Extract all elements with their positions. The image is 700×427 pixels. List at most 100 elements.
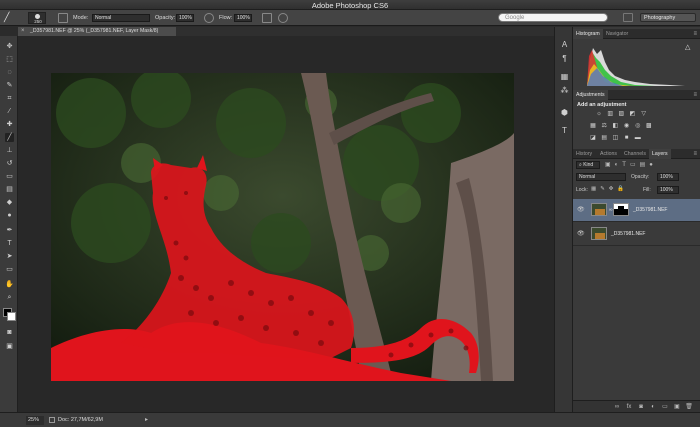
document-canvas[interactable] [51,73,514,381]
tab-history[interactable]: History [573,149,595,159]
quick-mask-icon[interactable]: ◙ [5,328,14,337]
eye-icon[interactable]: 👁 [577,231,585,237]
document-tab[interactable]: × _D357981.NEF @ 25% (_D357981.NEF, Laye… [18,27,176,36]
hand-tool-icon[interactable]: ✋ [5,280,14,289]
threshold-icon[interactable]: ◫ [611,134,619,142]
fill-label: Fill: [643,187,651,193]
posterize-icon[interactable]: ▤ [600,134,608,142]
layer-filter-kind[interactable]: ⌕ Kind [576,161,600,169]
lock-label: Lock: [576,187,588,193]
levels-icon[interactable]: ▥ [606,110,614,118]
adjustment-icons-row-2: ▦ ⚖ ◧ ◉ ◎ ▩ [589,122,654,130]
color-balance-icon[interactable]: ⚖ [600,122,608,130]
gradient-map-icon[interactable]: ▬ [634,134,642,142]
layer-row[interactable]: 👁 _D357981.NEF [573,223,700,246]
selective-color-icon[interactable]: ■ [623,134,631,142]
paragraph-panel-icon[interactable]: ¶ [559,53,570,64]
layer-name: _D357981.NEF [611,231,646,237]
3d-panel-icon[interactable]: ⬢ [559,107,570,118]
eyedropper-tool-icon[interactable]: ⁄ [5,107,14,116]
layer-mask-thumbnail[interactable] [613,203,629,216]
fill-field[interactable]: 100% [657,186,679,194]
hue-saturation-icon[interactable]: ▦ [589,122,597,130]
zoom-tool-icon[interactable]: ⌕ [5,293,14,302]
new-adjustment-icon[interactable]: ◐ [649,403,657,411]
brush-tool-icon[interactable]: ╱ [4,12,9,22]
mode-select[interactable]: Normal [92,14,150,22]
quick-selection-tool-icon[interactable]: ✎ [5,81,14,90]
layers-menu-icon[interactable]: ≡ [693,149,697,159]
path-selection-tool-icon[interactable]: ➤ [5,252,14,261]
photo-filter-icon[interactable]: ◉ [623,122,631,130]
background-color-swatch[interactable] [7,312,16,321]
tab-layers[interactable]: Layers [649,149,671,159]
link-layers-icon[interactable]: ∞ [613,403,621,411]
brush-tool-active-icon[interactable]: ╱ [5,133,14,142]
panel-menu-icon[interactable]: ≡ [693,29,697,39]
lock-icons[interactable]: ▦✎✥🔒 [591,186,628,192]
pressure-opacity-icon[interactable] [204,13,214,23]
exposure-icon[interactable]: ◩ [629,110,637,118]
eye-icon[interactable]: 👁 [577,207,585,213]
history-brush-tool-icon[interactable]: ↺ [5,159,14,168]
flow-label: Flow: [219,15,233,21]
brush-presets-icon[interactable]: ⁂ [559,85,570,96]
status-menu-arrow-icon[interactable]: ▸ [145,416,148,423]
flow-field[interactable]: 100% [234,14,252,22]
marquee-tool-icon[interactable]: ⬚ [5,55,14,64]
vibrance-icon[interactable]: ▽ [640,110,648,118]
color-lookup-icon[interactable]: ▩ [645,122,653,130]
lasso-tool-icon[interactable]: ◌ [5,68,14,77]
shape-tool-icon[interactable]: ▭ [5,265,14,274]
layer-thumbnail [591,227,607,240]
layer-style-icon[interactable]: fx [625,403,633,411]
opacity-field[interactable]: 100% [176,14,194,22]
gradient-tool-icon[interactable]: ▤ [5,185,14,194]
brush-panel-icon[interactable]: ▦ [559,71,570,82]
healing-brush-tool-icon[interactable]: ✚ [5,120,14,129]
layer-row[interactable]: 👁 ∞ _D357981.NEF [573,199,700,222]
airbrush-icon[interactable] [262,13,272,23]
eraser-tool-icon[interactable]: ▭ [5,172,14,181]
close-icon[interactable]: × [21,27,25,36]
character-panel-icon[interactable]: A [559,39,570,50]
blend-mode-select[interactable]: Normal [576,173,626,181]
pressure-size-icon[interactable] [278,13,288,23]
workspace-select[interactable]: Photography [640,13,696,22]
brightness-contrast-icon[interactable]: ☼ [595,110,603,118]
dodge-tool-icon[interactable]: ● [5,211,14,220]
new-layer-icon[interactable]: ▣ [673,403,681,411]
status-info-icon[interactable] [49,417,55,423]
invert-icon[interactable]: ◪ [589,134,597,142]
type-tool-icon[interactable]: T [5,239,14,248]
tab-histogram[interactable]: Histogram [573,29,603,39]
channel-mixer-icon[interactable]: ◎ [634,122,642,130]
canvas-area[interactable] [18,36,554,412]
tools-panel: ✥ ⬚ ◌ ✎ ⌗ ⁄ ✚ ╱ ⊥ ↺ ▭ ▤ ◆ ● ✒ T ➤ ▭ ✋ ⌕ … [0,36,18,412]
brush-preset-picker[interactable]: 250 [28,12,46,24]
brush-panel-toggle-icon[interactable] [58,13,68,23]
tab-channels[interactable]: Channels [621,149,649,159]
curves-icon[interactable]: ▨ [617,110,625,118]
pen-tool-icon[interactable]: ✒ [5,226,14,235]
crop-tool-icon[interactable]: ⌗ [5,94,14,103]
tab-navigator[interactable]: Navigator [603,29,631,39]
tool-presets-icon[interactable]: T [559,125,570,136]
layer-filter-icons[interactable]: ▣◐T▭▤● [605,161,695,169]
add-mask-icon[interactable]: ◙ [637,403,645,411]
layer-opacity-field[interactable]: 100% [657,173,679,181]
app-title: Adobe Photoshop CS6 [311,1,389,10]
new-group-icon[interactable]: ▭ [661,403,669,411]
black-white-icon[interactable]: ◧ [611,122,619,130]
screen-mode-icon[interactable]: ▣ [5,342,14,351]
blur-tool-icon[interactable]: ◆ [5,198,14,207]
zoom-field[interactable]: 25% [26,416,44,425]
adjustments-menu-icon[interactable]: ≡ [693,90,697,100]
delete-layer-icon[interactable]: 🗑 [685,403,693,411]
move-tool-icon[interactable]: ✥ [5,42,14,51]
clone-stamp-tool-icon[interactable]: ⊥ [5,146,14,155]
tab-actions[interactable]: Actions [597,149,620,159]
mini-bridge-icon[interactable] [623,13,633,22]
tab-adjustments[interactable]: Adjustments [573,90,608,100]
search-input[interactable]: Google [498,13,608,22]
